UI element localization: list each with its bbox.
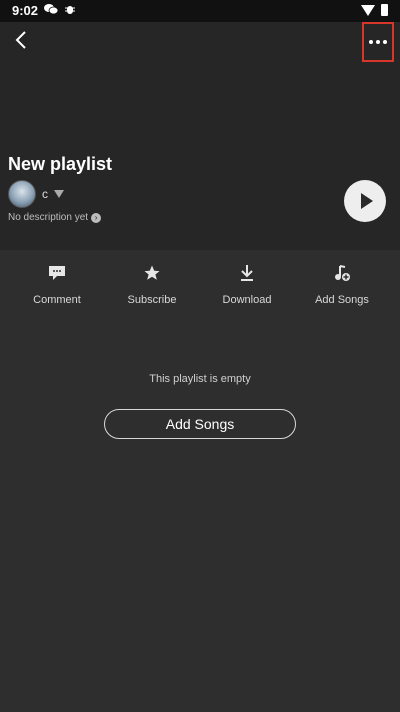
play-icon xyxy=(360,193,373,209)
status-bar: 9:02 xyxy=(0,0,400,22)
add-songs-button[interactable]: Add Songs xyxy=(104,409,296,439)
empty-state-message: This playlist is empty xyxy=(149,373,251,385)
add-songs-action-label: Add Songs xyxy=(315,294,369,306)
add-songs-action-button[interactable]: Add Songs xyxy=(297,262,387,306)
status-notification-icons xyxy=(44,3,76,15)
download-button[interactable]: Download xyxy=(202,262,292,306)
subscribe-button[interactable]: Subscribe xyxy=(107,262,197,306)
battery-icon xyxy=(381,4,388,16)
vip-badge-icon xyxy=(54,190,64,198)
download-icon xyxy=(241,265,253,281)
bug-icon xyxy=(65,6,75,14)
add-music-icon xyxy=(335,265,350,281)
owner-name[interactable]: c xyxy=(42,187,48,201)
playlist-description[interactable]: No description yet › xyxy=(8,212,102,223)
wifi-icon xyxy=(361,4,375,16)
comment-button[interactable]: Comment xyxy=(12,262,102,306)
owner-row[interactable]: c xyxy=(8,180,64,208)
subscribe-label: Subscribe xyxy=(127,294,177,306)
star-icon xyxy=(144,265,160,280)
avatar[interactable] xyxy=(8,180,36,208)
action-row: Comment Subscribe Download Add Songs xyxy=(0,262,400,322)
status-time: 9:02 xyxy=(12,3,39,18)
play-all-button[interactable] xyxy=(344,180,386,222)
chevron-right-icon: › xyxy=(91,212,102,223)
comment-icon xyxy=(49,266,65,280)
wechat-icon xyxy=(44,4,58,15)
back-arrow-icon[interactable] xyxy=(10,28,34,52)
playlist-title: New playlist xyxy=(8,154,113,174)
download-label: Download xyxy=(222,294,272,306)
description-text: No description yet xyxy=(8,212,89,223)
comment-label: Comment xyxy=(33,294,81,306)
status-system-icons xyxy=(361,4,388,16)
more-options-button[interactable] xyxy=(362,22,394,62)
more-dots-icon xyxy=(369,40,387,44)
